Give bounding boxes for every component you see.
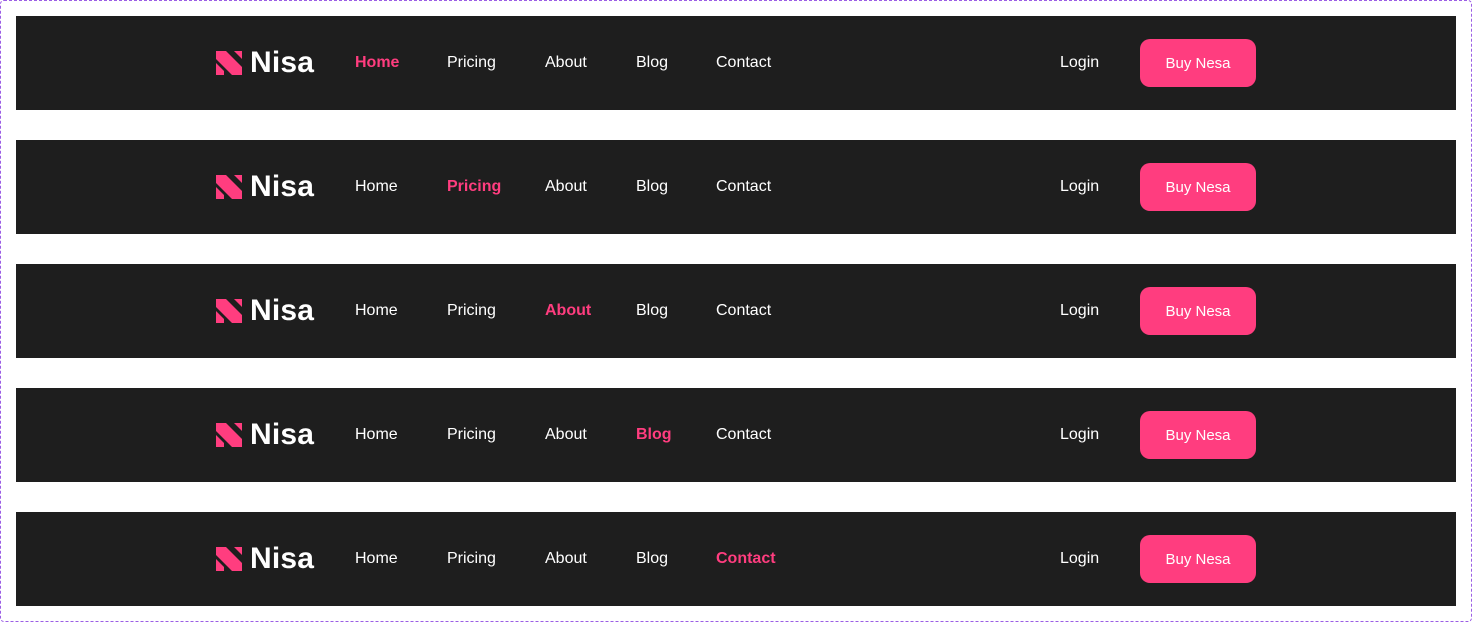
navbar-home-active: Nisa Home Pricing About Blog Contact Log… xyxy=(16,16,1456,110)
brand-logo[interactable]: Nisa xyxy=(216,264,314,358)
nav-link-home[interactable]: Home xyxy=(355,264,398,358)
brand-name: Nisa xyxy=(250,542,315,575)
brand-name: Nisa xyxy=(250,46,315,79)
n-logo-icon xyxy=(216,423,242,447)
nav-link-contact[interactable]: Contact xyxy=(716,512,776,606)
nav-link-home[interactable]: Home xyxy=(355,512,398,606)
n-logo-icon xyxy=(216,175,242,199)
n-logo-icon xyxy=(216,547,242,571)
brand-name: Nisa xyxy=(250,170,315,203)
nav-link-about[interactable]: About xyxy=(545,16,587,110)
n-logo-icon xyxy=(216,299,242,323)
nav-link-contact[interactable]: Contact xyxy=(716,16,771,110)
navbar-pricing-active: Nisa Home Pricing About Blog Contact Log… xyxy=(16,140,1456,234)
brand-logo[interactable]: Nisa xyxy=(216,16,314,110)
buy-button[interactable]: Buy Nesa xyxy=(1140,39,1256,87)
buy-button[interactable]: Buy Nesa xyxy=(1140,535,1256,583)
buy-button[interactable]: Buy Nesa xyxy=(1140,287,1256,335)
login-link[interactable]: Login xyxy=(1060,388,1099,482)
login-link[interactable]: Login xyxy=(1060,16,1099,110)
nav-link-about[interactable]: About xyxy=(545,264,591,358)
nav-link-pricing[interactable]: Pricing xyxy=(447,512,496,606)
nav-link-pricing[interactable]: Pricing xyxy=(447,16,496,110)
nav-link-blog[interactable]: Blog xyxy=(636,264,668,358)
navbar-contact-active: Nisa Home Pricing About Blog Contact Log… xyxy=(16,512,1456,606)
nav-link-blog[interactable]: Blog xyxy=(636,388,672,482)
login-link[interactable]: Login xyxy=(1060,512,1099,606)
nav-link-contact[interactable]: Contact xyxy=(716,140,771,234)
brand-name: Nisa xyxy=(250,294,315,327)
nav-link-about[interactable]: About xyxy=(545,140,587,234)
brand-logo[interactable]: Nisa xyxy=(216,512,314,606)
nav-link-pricing[interactable]: Pricing xyxy=(447,264,496,358)
n-logo-icon xyxy=(216,51,242,75)
nav-link-about[interactable]: About xyxy=(545,388,587,482)
nav-link-home[interactable]: Home xyxy=(355,16,399,110)
nav-link-home[interactable]: Home xyxy=(355,388,398,482)
nav-link-blog[interactable]: Blog xyxy=(636,16,668,110)
nav-link-blog[interactable]: Blog xyxy=(636,512,668,606)
nav-link-contact[interactable]: Contact xyxy=(716,388,771,482)
navbar-about-active: Nisa Home Pricing About Blog Contact Log… xyxy=(16,264,1456,358)
brand-name: Nisa xyxy=(250,418,315,451)
login-link[interactable]: Login xyxy=(1060,140,1099,234)
nav-link-home[interactable]: Home xyxy=(355,140,398,234)
brand-logo[interactable]: Nisa xyxy=(216,140,314,234)
buy-button[interactable]: Buy Nesa xyxy=(1140,163,1256,211)
nav-link-about[interactable]: About xyxy=(545,512,587,606)
nav-link-contact[interactable]: Contact xyxy=(716,264,771,358)
nav-link-pricing[interactable]: Pricing xyxy=(447,388,496,482)
nav-link-pricing[interactable]: Pricing xyxy=(447,140,501,234)
buy-button[interactable]: Buy Nesa xyxy=(1140,411,1256,459)
login-link[interactable]: Login xyxy=(1060,264,1099,358)
navbar-blog-active: Nisa Home Pricing About Blog Contact Log… xyxy=(16,388,1456,482)
nav-link-blog[interactable]: Blog xyxy=(636,140,668,234)
brand-logo[interactable]: Nisa xyxy=(216,388,314,482)
